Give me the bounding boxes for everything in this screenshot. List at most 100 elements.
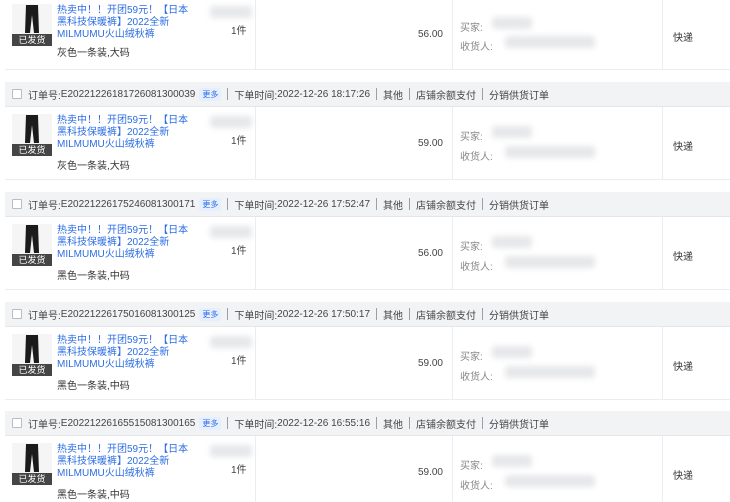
order-type: 分销供货订单 [489,90,550,102]
buyer-label: 买家: [460,23,483,34]
shipped-badge: 已发货 [12,34,52,46]
order-time: 2022-12-26 17:52:47 [277,198,371,210]
more-button[interactable]: 更多 [199,416,222,430]
order-body: 已发货 热卖中！！开团59元！【日本黑科技保暖裤】2022全新 MILMUMU火… [5,217,730,290]
price: 56.00 [417,248,443,259]
product-title-link[interactable]: 热卖中！！开团59元！【日本黑科技保暖裤】2022全新 MILMUMU火山绒秋裤 [57,115,197,151]
more-button[interactable]: 更多 [199,197,222,211]
shipped-badge: 已发货 [12,144,52,156]
redacted-receiver [505,475,595,487]
order-body: 已发货 热卖中！！开团59元！【日本黑科技保暖裤】2022全新 MILMUMU火… [5,0,730,70]
price: 59.00 [417,138,443,149]
product-spec: 黑色一条装,中码 [57,271,130,282]
quantity: 1件 [231,26,247,37]
order-checkbox[interactable] [12,309,22,319]
shipping-method: 快递 [673,471,693,482]
order-type: 分销供货订单 [489,419,550,431]
order-checkbox[interactable] [12,199,22,209]
redacted-buyer [492,346,532,358]
product-thumbnail[interactable]: 已发货 [12,334,52,376]
shipping-method: 快递 [673,362,693,373]
order-number: E20221226175016081300125 [60,308,196,320]
product-title-link[interactable]: 热卖中！！开团59元！【日本黑科技保暖裤】2022全新 MILMUMU火山绒秋裤 [57,444,197,480]
order-number: E20221226175246081300171 [60,198,196,210]
order-number: E20221226165515081300165 [60,417,196,429]
shipped-badge: 已发货 [12,364,52,376]
buyer-label: 买家: [460,352,483,363]
pay-method: 店铺余额支付 [416,419,477,431]
product-title-link[interactable]: 热卖中！！开团59元！【日本黑科技保暖裤】2022全新 MILMUMU火山绒秋裤 [57,225,197,261]
pay-type: 其他 [383,419,404,431]
pay-type: 其他 [383,200,404,212]
order-time-label: 下单时间: [234,90,278,102]
product-spec: 灰色一条装,大码 [57,48,130,59]
product-thumbnail[interactable]: 已发货 [12,443,52,485]
redacted-field [210,6,252,18]
redacted-receiver [505,366,595,378]
order-number-label: 订单号: [28,90,61,102]
redacted-receiver [505,256,595,268]
redacted-receiver [505,36,595,48]
order-time: 2022-12-26 16:55:16 [277,417,371,429]
buyer-label: 买家: [460,461,483,472]
order-number-label: 订单号: [28,310,61,322]
product-title-link[interactable]: 热卖中！！开团59元！【日本黑科技保暖裤】2022全新 MILMUMU火山绒秋裤 [57,5,197,41]
order-body: 已发货 热卖中！！开团59元！【日本黑科技保暖裤】2022全新 MILMUMU火… [5,327,730,400]
pay-method: 店铺余额支付 [416,90,477,102]
buyer-label: 买家: [460,242,483,253]
price: 56.00 [417,29,443,40]
product-thumbnail[interactable]: 已发货 [12,224,52,266]
product-spec: 黑色一条装,中码 [57,381,130,392]
quantity: 1件 [231,356,247,367]
shipping-method: 快递 [673,252,693,263]
order-header: 订单号: E20221226165515081300165 更多 下单时间: 2… [5,411,730,436]
order-number: E20221226181726081300039 [60,88,196,100]
receiver-label: 收货人: [460,262,493,273]
product-spec: 灰色一条装,大码 [57,161,130,172]
product-thumbnail[interactable]: 已发货 [12,114,52,156]
receiver-label: 收货人: [460,372,493,383]
more-button[interactable]: 更多 [199,307,222,321]
more-button[interactable]: 更多 [199,87,222,101]
receiver-label: 收货人: [460,42,493,53]
shipping-method: 快递 [673,142,693,153]
shipped-badge: 已发货 [12,473,52,485]
order-time-label: 下单时间: [234,419,278,431]
buyer-label: 买家: [460,132,483,143]
receiver-label: 收货人: [460,152,493,163]
order-time-label: 下单时间: [234,310,278,322]
order-time: 2022-12-26 18:17:26 [277,88,371,100]
product-title-link[interactable]: 热卖中！！开团59元！【日本黑科技保暖裤】2022全新 MILMUMU火山绒秋裤 [57,335,197,371]
quantity: 1件 [231,246,247,257]
order-header: 订单号: E20221226181726081300039 更多 下单时间: 2… [5,82,730,107]
order-type: 分销供货订单 [489,310,550,322]
redacted-receiver [505,146,595,158]
receiver-label: 收货人: [460,481,493,492]
order-time-label: 下单时间: [234,200,278,212]
order-checkbox[interactable] [12,89,22,99]
order-header: 订单号: E20221226175246081300171 更多 下单时间: 2… [5,192,730,217]
order-body: 已发货 热卖中！！开团59元！【日本黑科技保暖裤】2022全新 MILMUMU火… [5,436,730,502]
redacted-field [210,226,252,238]
shipped-badge: 已发货 [12,254,52,266]
shipping-method: 快递 [673,33,693,44]
product-thumbnail[interactable]: 已发货 [12,4,52,46]
redacted-field [210,445,252,457]
redacted-field [210,336,252,348]
pay-method: 店铺余额支付 [416,200,477,212]
order-time: 2022-12-26 17:50:17 [277,308,371,320]
redacted-buyer [492,126,532,138]
pay-type: 其他 [383,310,404,322]
price: 59.00 [417,358,443,369]
order-checkbox[interactable] [12,418,22,428]
quantity: 1件 [231,136,247,147]
product-spec: 黑色一条装,中码 [57,490,130,501]
price: 59.00 [417,467,443,478]
redacted-buyer [492,236,532,248]
order-type: 分销供货订单 [489,200,550,212]
quantity: 1件 [231,465,247,476]
order-number-label: 订单号: [28,200,61,212]
pay-type: 其他 [383,90,404,102]
redacted-buyer [492,17,532,29]
redacted-buyer [492,455,532,467]
